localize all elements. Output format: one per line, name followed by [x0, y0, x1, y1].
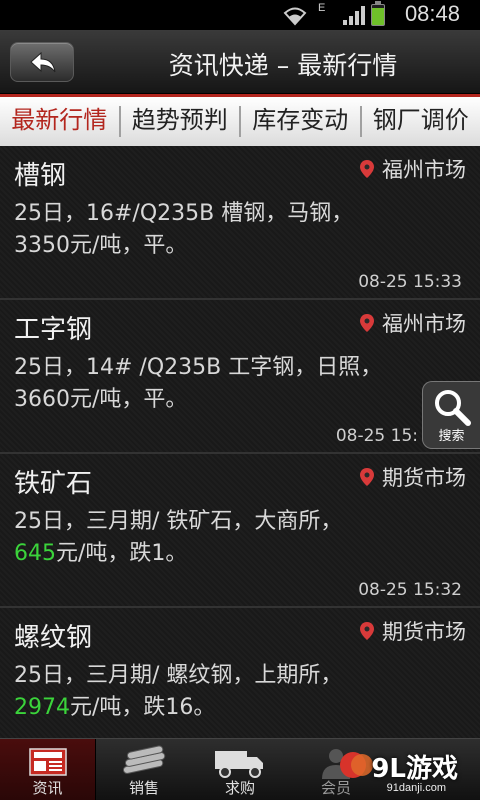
- signal-icon: [343, 6, 365, 25]
- tab-bar: 最新行情 趋势预判 库存变动 钢厂调价: [0, 94, 480, 146]
- location-pin-icon: [360, 314, 374, 332]
- watermark: 9L游戏 91danji.com: [336, 748, 466, 794]
- market-name: 福州市场: [382, 158, 466, 182]
- clock: 08:48: [404, 1, 460, 26]
- back-arrow-icon: [30, 51, 56, 73]
- content-line: 25日，三月期/ 螺纹钢，上期所，: [14, 663, 343, 688]
- item-content: 25日，14# /Q235B 工字钢，日照， 3660元/吨，平。: [14, 352, 466, 416]
- location-pin-icon: [360, 160, 374, 178]
- list-item[interactable]: 工字钢 福州市场 25日，14# /Q235B 工字钢，日照， 3660元/吨，…: [0, 300, 480, 454]
- price-tail: 元/吨，平。: [70, 233, 188, 258]
- battery-icon: [371, 1, 385, 26]
- tab-latest-quotes[interactable]: 最新行情: [0, 97, 119, 146]
- network-type: E: [318, 2, 326, 14]
- truck-icon: [215, 751, 263, 778]
- news-icon: [28, 748, 67, 776]
- page-title: 资讯快递 – 最新行情: [168, 51, 398, 80]
- list-item[interactable]: 螺纹钢 期货市场 25日，三月期/ 螺纹钢，上期所， 2974元/吨，跌16。: [0, 608, 480, 738]
- market-name: 期货市场: [382, 466, 466, 490]
- tab-inventory-change[interactable]: 库存变动: [241, 97, 360, 146]
- price-tail: 元/吨，跌16。: [70, 695, 216, 720]
- status-bar: E 08:48: [0, 0, 480, 30]
- price-tail: 元/吨，平。: [70, 387, 188, 412]
- title-bar: 资讯快递 – 最新行情: [0, 30, 480, 94]
- watermark-url: 91danji.com: [386, 782, 446, 794]
- market-name: 福州市场: [382, 312, 466, 336]
- timestamp: 08-25 15:: [335, 426, 418, 446]
- market-name: 期货市场: [382, 620, 466, 644]
- list-item[interactable]: 铁矿石 期货市场 25日，三月期/ 铁矿石，大商所， 645元/吨，跌1。 08…: [0, 454, 480, 608]
- steel-pipes-icon: [122, 745, 166, 774]
- market-label: 期货市场: [360, 616, 466, 646]
- content-line: 25日，三月期/ 铁矿石，大商所，: [14, 509, 343, 534]
- location-pin-icon: [360, 468, 374, 486]
- price-value: 2974: [14, 695, 70, 720]
- tab-trend-forecast[interactable]: 趋势预判: [121, 97, 240, 146]
- wifi-icon: [283, 7, 307, 26]
- price-tail: 元/吨，跌1。: [56, 541, 188, 566]
- list-item[interactable]: 槽钢 福州市场 25日，16#/Q235B 槽钢，马钢， 3350元/吨，平。 …: [0, 146, 480, 300]
- market-label: 福州市场: [360, 308, 466, 338]
- nav-sales[interactable]: 销售: [96, 739, 192, 800]
- nav-label: 求购: [224, 779, 255, 797]
- tab-mill-price-adjust[interactable]: 钢厂调价: [362, 97, 480, 146]
- magnifier-icon: [435, 390, 471, 426]
- price-value: 3660: [14, 387, 70, 412]
- timestamp: 08-25 15:33: [358, 272, 462, 292]
- nav-purchase[interactable]: 求购: [192, 739, 288, 800]
- timestamp: 08-25 15:32: [358, 580, 462, 600]
- back-button[interactable]: [10, 42, 74, 82]
- content-line: 25日，14# /Q235B 工字钢，日照，: [14, 355, 383, 380]
- watermark-text: 9L游戏: [371, 754, 458, 784]
- market-label: 期货市场: [360, 462, 466, 492]
- item-content: 25日，三月期/ 螺纹钢，上期所， 2974元/吨，跌16。: [14, 660, 466, 724]
- item-content: 25日，16#/Q235B 槽钢，马钢， 3350元/吨，平。: [14, 198, 466, 262]
- location-pin-icon: [360, 622, 374, 640]
- nav-label: 资讯: [32, 779, 63, 797]
- content-line: 25日，16#/Q235B 槽钢，马钢，: [14, 201, 354, 226]
- price-value: 3350: [14, 233, 70, 258]
- nav-label: 销售: [128, 779, 159, 797]
- market-label: 福州市场: [360, 154, 466, 184]
- news-list[interactable]: 槽钢 福州市场 25日，16#/Q235B 槽钢，马钢， 3350元/吨，平。 …: [0, 146, 480, 738]
- search-label: 搜索: [438, 429, 465, 444]
- item-content: 25日，三月期/ 铁矿石，大商所， 645元/吨，跌1。: [14, 506, 466, 570]
- price-value: 645: [14, 541, 56, 566]
- search-button[interactable]: 搜索: [422, 381, 480, 449]
- nav-news[interactable]: 资讯: [0, 739, 96, 800]
